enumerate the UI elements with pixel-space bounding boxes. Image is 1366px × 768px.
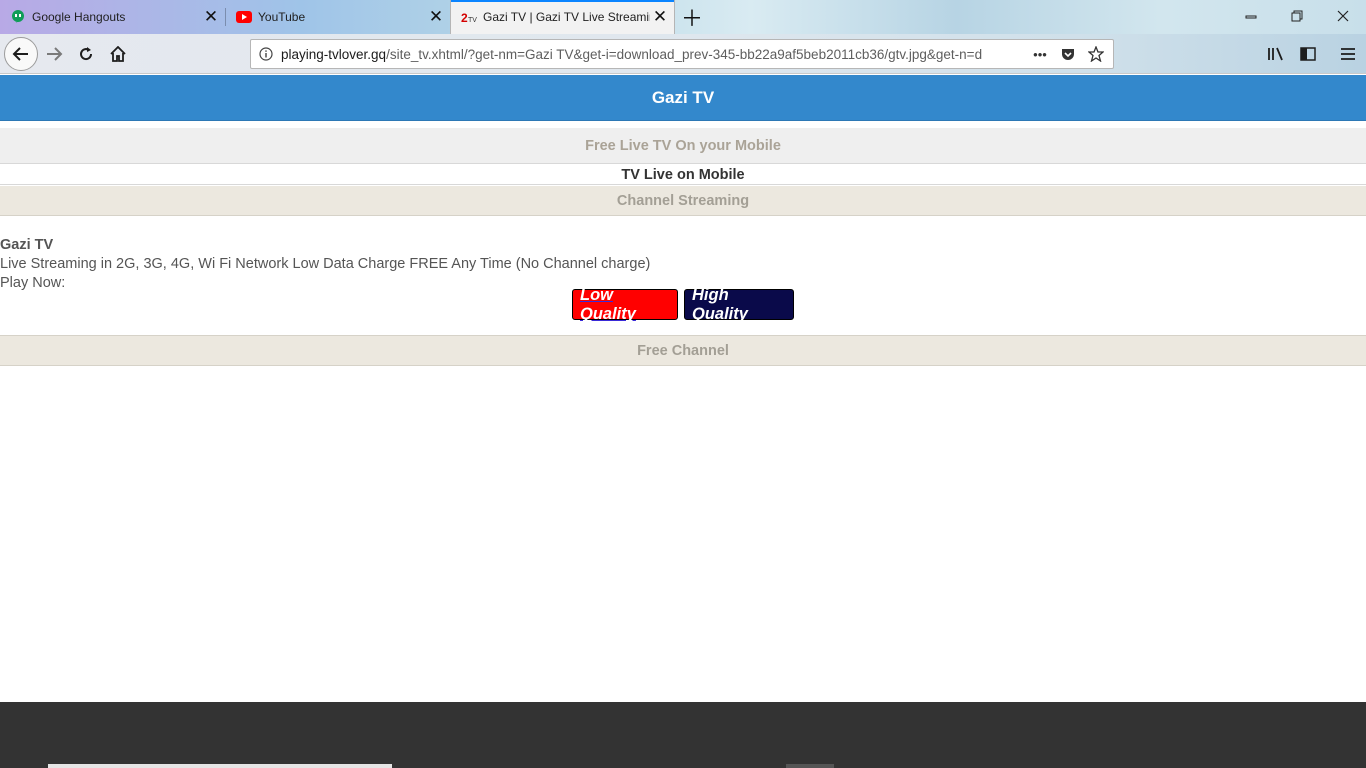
more-actions-icon[interactable]: ••• — [1031, 45, 1049, 63]
sidebar-toggle-icon[interactable] — [1292, 38, 1324, 70]
high-quality-label: High Quality — [692, 285, 748, 323]
info-icon[interactable] — [251, 47, 281, 61]
bookmark-star-icon[interactable] — [1087, 45, 1105, 63]
tv-live-on-mobile-heading: TV Live on Mobile — [0, 165, 1366, 185]
tab-google-hangouts[interactable]: Google Hangouts ✕ — [0, 0, 225, 34]
free-live-tv-banner: Free Live TV On your Mobile — [0, 128, 1366, 164]
channel-streaming-heading: Channel Streaming — [0, 186, 1366, 216]
tab-title: Google Hangouts — [32, 10, 126, 24]
tab-strip: Google Hangouts ✕ YouTube ✕ 2 TV Gazi TV … — [0, 0, 1366, 34]
hangouts-icon — [10, 9, 26, 25]
tab-title: YouTube — [258, 10, 306, 24]
back-arrow-icon[interactable] — [4, 37, 38, 71]
library-icon[interactable] — [1260, 38, 1292, 70]
url-path: /site_tv.xhtml/?get-nm=Gazi TV&get-i=dow… — [386, 46, 983, 62]
page-title: Gazi TV — [0, 75, 1366, 121]
minimize-icon[interactable] — [1228, 0, 1274, 32]
reload-icon[interactable] — [70, 38, 102, 70]
pocket-icon[interactable] — [1059, 45, 1077, 63]
tab-youtube[interactable]: YouTube ✕ — [226, 0, 450, 34]
close-icon[interactable]: ✕ — [650, 7, 670, 27]
footer-highlight — [48, 764, 392, 768]
url-text[interactable]: playing-tvlover.gq/site_tv.xhtml/?get-nm… — [281, 47, 1023, 62]
close-icon[interactable]: ✕ — [201, 7, 221, 27]
youtube-icon — [236, 9, 252, 25]
forward-arrow-icon[interactable] — [38, 38, 70, 70]
channel-info: Gazi TV Live Streaming in 2G, 3G, 4G, Wi… — [0, 236, 1366, 293]
tab-title: Gazi TV | Gazi TV Live Streaming — [483, 10, 650, 24]
close-icon[interactable]: ✕ — [426, 7, 446, 27]
gazi-tv-favicon: 2 TV — [461, 9, 477, 25]
channel-name: Gazi TV — [0, 237, 54, 253]
restore-icon[interactable] — [1274, 0, 1320, 32]
url-host: playing-tvlover.gq — [281, 46, 387, 62]
navigation-toolbar: playing-tvlover.gq/site_tv.xhtml/?get-nm… — [0, 34, 1366, 74]
footer-highlight — [786, 764, 834, 768]
high-quality-button[interactable]: High Quality — [684, 286, 794, 323]
hamburger-menu-icon[interactable] — [1332, 38, 1364, 70]
home-icon[interactable] — [102, 38, 134, 70]
quality-buttons: Low Quality High Quality — [0, 286, 1366, 323]
free-channel-heading: Free Channel — [0, 335, 1366, 366]
svg-text:2: 2 — [461, 11, 468, 24]
tab-gazi-tv[interactable]: 2 TV Gazi TV | Gazi TV Live Streaming ✕ — [450, 0, 675, 34]
new-tab-plus-icon[interactable]: ＋ — [678, 3, 706, 31]
channel-description: Live Streaming in 2G, 3G, 4G, Wi Fi Netw… — [0, 256, 651, 272]
url-actions: ••• — [1023, 45, 1113, 63]
low-quality-button[interactable]: Low Quality — [572, 286, 678, 323]
close-window-icon[interactable] — [1320, 0, 1366, 32]
address-bar[interactable]: playing-tvlover.gq/site_tv.xhtml/?get-nm… — [250, 39, 1114, 69]
svg-text:TV: TV — [468, 17, 477, 24]
footer-bar — [0, 702, 1366, 768]
low-quality-label: Low Quality — [580, 285, 636, 323]
